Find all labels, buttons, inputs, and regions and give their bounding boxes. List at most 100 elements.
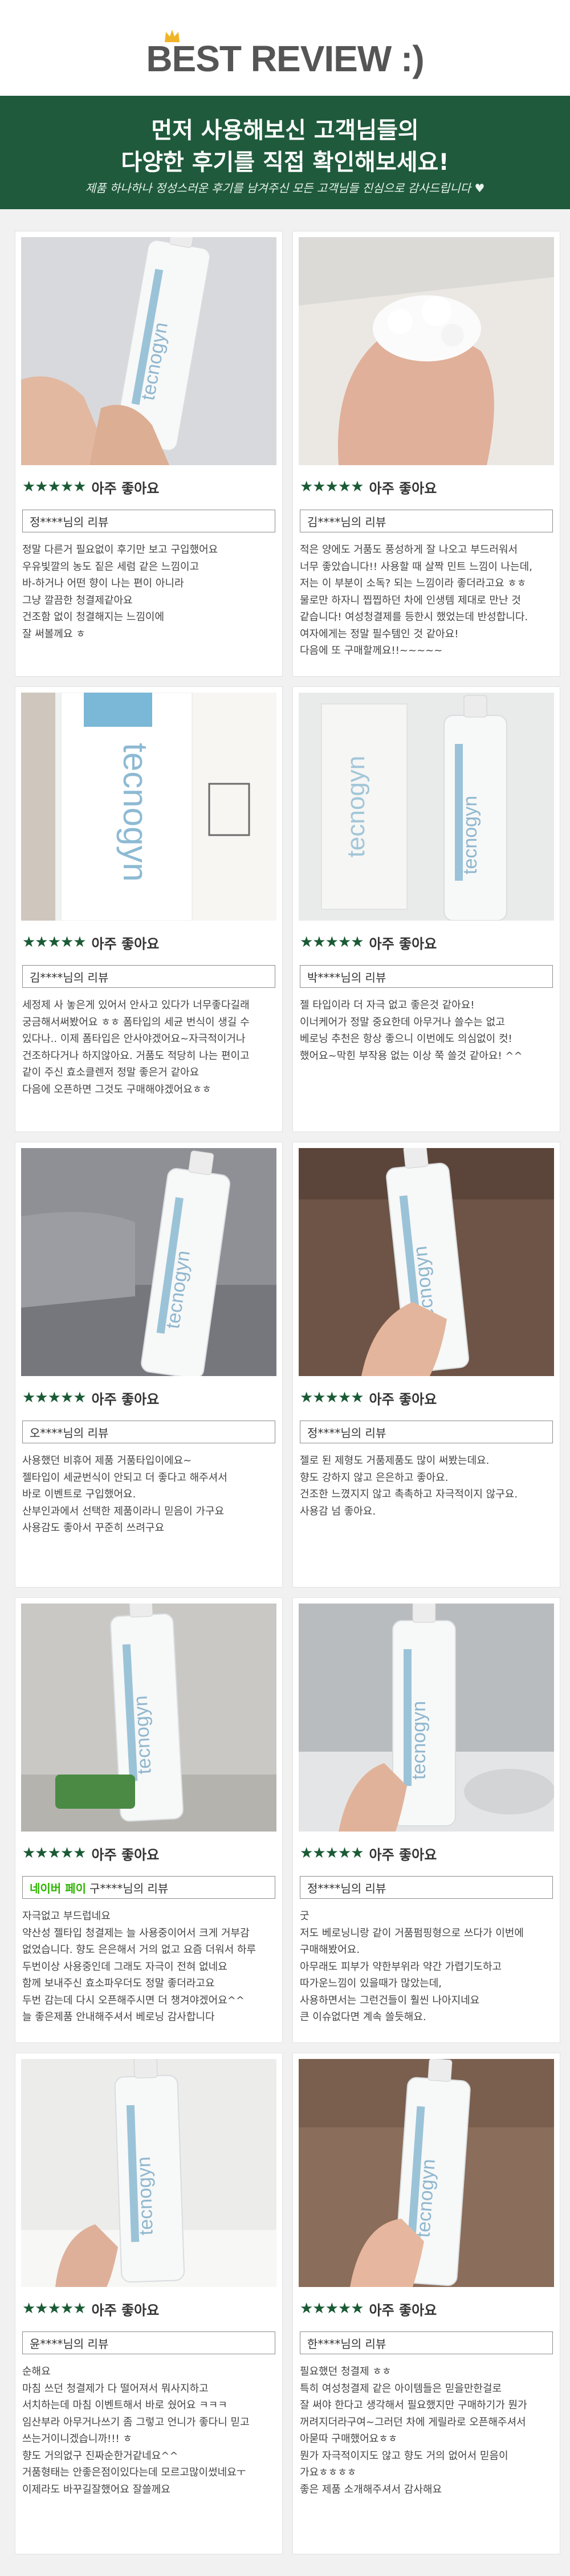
rating-label: 아주 좋아요	[369, 935, 437, 952]
reviewer-label: 한****님의 리뷰	[307, 2337, 386, 2351]
reviewer-name: 한****님의 리뷰	[300, 2331, 553, 2354]
review-text-line: 이너케어가 정말 중요한데 아무거나 쓸수는 없고	[300, 1016, 505, 1028]
review-text-line: 잘 써야 한다고 생각해서 필요했지만 구매하기가 뭔가	[300, 2399, 527, 2411]
review-photo[interactable]	[299, 2059, 554, 2287]
review-text-line: 정말 다른거 필요없이 후기만 보고 구입했어요	[22, 544, 218, 556]
review-text-line: 있다나.. 이제 폼타입은 안사야겠어요~자극적이거나	[22, 1033, 246, 1045]
review-card: ★★★★★ 아주 좋아요 정****님의 리뷰 젤로 된 제형도 거품제품도 많…	[292, 1142, 560, 1588]
review-text-line: 산부인과에서 선택한 제품이라니 믿음이 가구요	[22, 1505, 225, 1517]
reviewer-name: 박****님의 리뷰	[300, 965, 553, 988]
rating: ★★★★★ 아주 좋아요	[300, 932, 437, 953]
rating: ★★★★★ 아주 좋아요	[22, 1843, 159, 1863]
review-body: 젤 타입이라 더 자극 없고 좋은것 같아요! 이너케어가 정말 중요한데 아무…	[300, 997, 554, 1064]
reviewer-label: 정****님의 리뷰	[30, 515, 109, 529]
review-text-line: 뭔가 자극적이지도 않고 향도 거의 없어서 믿음이	[300, 2449, 508, 2462]
rating-label: 아주 좋아요	[369, 1846, 437, 1863]
review-body: 굿 저도 베로닝니랑 같이 거품펌핑형으로 쓰다가 이번에 구매해봤어요. 아무…	[300, 1908, 554, 2026]
review-text-line: 마침 쓰던 청결제가 다 떨어져서 뭐사지하고	[22, 2382, 209, 2395]
review-text-line: 따가운느낌이 있을때가 많았는데,	[300, 1977, 442, 1989]
reviewer-label: 정****님의 리뷰	[307, 1881, 386, 1895]
review-photo[interactable]	[299, 1148, 554, 1376]
rating-label: 아주 좋아요	[91, 480, 160, 497]
review-body: 적은 양에도 거품도 풍성하게 잘 나오고 부드러워서 너무 좋았습니다!! 사…	[300, 542, 554, 660]
review-text-line: 아묻따 구매했어요ㅎㅎ	[300, 2433, 398, 2445]
rating: ★★★★★ 아주 좋아요	[300, 2298, 437, 2319]
reviewer-label: 윤****님의 리뷰	[30, 2337, 109, 2351]
review-photo[interactable]	[299, 237, 554, 465]
review-text-line: 사용감 넘 좋아요.	[300, 1505, 376, 1517]
review-text-line: 약산성 젤타입 청결제는 늘 사용중이어서 크게 거부감	[22, 1927, 250, 1939]
review-photo[interactable]	[21, 2059, 276, 2287]
review-text-line: 자극없고 부드럽네요	[22, 1910, 111, 1922]
review-body: 필요했던 청결제 ㅎㅎ 특히 여성청결제 같은 아이템들은 믿을만한걸로 잘 써…	[300, 2363, 554, 2498]
reviewer-label: 박****님의 리뷰	[307, 970, 386, 984]
review-text-line: 다음에 또 구매할께요!!~~~~~	[300, 645, 443, 657]
review-photo[interactable]	[21, 1148, 276, 1376]
review-text-line: 이제라도 바꾸길잘했어요 잘쓸께요	[22, 2483, 170, 2496]
review-photo[interactable]	[299, 1604, 554, 1832]
reviewer-name: 김****님의 리뷰	[22, 965, 275, 988]
review-text-line: 사용했던 비휴어 제품 거품타입이에요~	[22, 1455, 192, 1467]
review-body: 정말 다른거 필요없이 후기만 보고 구입했어요 우유빛깔의 농도 짙은 세럼 …	[22, 542, 276, 642]
review-card: ★★★★★ 아주 좋아요 윤****님의 리뷰 순해요 마침 쓰던 청결제가 다…	[15, 2053, 283, 2554]
star-rating-icon: ★★★★★	[300, 478, 364, 495]
review-card: ★★★★★ 아주 좋아요 정****님의 리뷰 굿 저도 베로닝니랑 같이 거품…	[292, 1597, 560, 2043]
review-text-line: 순해요	[22, 2366, 51, 2378]
review-body: 자극없고 부드럽네요 약산성 젤타입 청결제는 늘 사용중이어서 크게 거부감 …	[22, 1908, 276, 2026]
review-text-line: 같습니다! 여성청결제를 등한시 했었는데 반성합니다.	[300, 611, 528, 623]
review-text-line: 젤타입이 세균번식이 안되고 더 좋다고 해주셔서	[22, 1471, 227, 1484]
review-photo[interactable]: tecnogyn	[299, 693, 554, 921]
svg-text:tecnogyn: tecnogyn	[342, 756, 370, 858]
review-photo[interactable]	[21, 1604, 276, 1832]
review-text-line: 굿	[300, 1910, 310, 1922]
review-card: ★★★★★ 아주 좋아요 오****님의 리뷰 사용했던 비휴어 제품 거품타입…	[15, 1142, 283, 1588]
reviewer-label: 김****님의 리뷰	[307, 515, 386, 529]
star-rating-icon: ★★★★★	[22, 1389, 87, 1406]
review-text-line: 꺼려지더라구여~그러던 차에 게릴라로 오픈해주셔서	[300, 2416, 526, 2428]
review-text-line: 두번 감는데 다시 오픈해주시면 더 챙겨야겠어요^^	[22, 1994, 245, 2007]
review-text-line: 필요했던 청결제 ㅎㅎ	[300, 2366, 392, 2378]
review-body: 젤로 된 제형도 거품제품도 많이 써봤는데요. 향도 강하지 않고 은은하고 …	[300, 1452, 554, 1520]
review-text-line: 너무 좋았습니다!! 사용할 때 살짝 민트 느낌이 나는데,	[300, 560, 532, 573]
review-text-line: 특히 여성청결제 같은 아이템들은 믿을만한걸로	[300, 2382, 502, 2395]
review-text-line: 사용감도 좋아서 꾸준히 쓰려구요	[22, 1522, 165, 1534]
review-text-line: 우유빛깔의 농도 짙은 세럼 같은 느낌이고	[22, 560, 199, 573]
review-body: 순해요 마침 쓰던 청결제가 다 떨어져서 뭐사지하고 서치하는데 마침 이벤트…	[22, 2363, 276, 2498]
review-body: 사용했던 비휴어 제품 거품타입이에요~ 젤타입이 세균번식이 안되고 더 좋다…	[22, 1452, 276, 1537]
rating: ★★★★★ 아주 좋아요	[22, 477, 159, 497]
review-text-line: 베로닝 추천은 항상 좋으니 이번에도 의심없이 컷!	[300, 1033, 512, 1045]
review-text-line: 쓰는거이니겠습니까!!! ㅎ	[22, 2433, 132, 2445]
reviewer-name: 김****님의 리뷰	[300, 510, 553, 532]
review-card: ★★★★★ 아주 좋아요 한****님의 리뷰 필요했던 청결제 ㅎㅎ 특히 여…	[292, 2053, 560, 2554]
review-text-line: 세정제 사 놓은게 있어서 안사고 있다가 너무좋다길래	[22, 999, 250, 1011]
rating: ★★★★★ 아주 좋아요	[300, 1843, 437, 1863]
star-rating-icon: ★★★★★	[300, 2300, 364, 2317]
review-text-line: 두번이상 사용중인데 그래도 자극이 전혀 없네요	[22, 1960, 227, 1973]
rating-label: 아주 좋아요	[369, 2302, 437, 2318]
rating-label: 아주 좋아요	[91, 1391, 160, 1407]
reviewer-name: 정****님의 리뷰	[300, 1876, 553, 1899]
review-photo[interactable]	[21, 237, 276, 465]
review-text-line: 그냥 깔끔한 청결제같아요	[22, 594, 133, 607]
review-text-line: 적은 양에도 거품도 풍성하게 잘 나오고 부드러워서	[300, 544, 518, 556]
reviewer-label: 구****님의 리뷰	[89, 1881, 169, 1895]
review-text-line: 구매해봤어요.	[300, 1944, 360, 1956]
svg-text:tecnogyn: tecnogyn	[116, 743, 154, 882]
review-text-line: 좋은 제품 소개해주셔서 감사해요	[300, 2483, 442, 2496]
reviewer-label: 오****님의 리뷰	[30, 1426, 109, 1440]
review-text-line: 늘 좋은제품 안내해주셔서 베로닝 감사합니다	[22, 2011, 215, 2023]
review-body: 세정제 사 놓은게 있어서 안사고 있다가 너무좋다길래 궁금해서써봤어요 ㅎㅎ…	[22, 997, 276, 1098]
banner-thanks-note: 제품 하나하나 정성스러운 후기를 남겨주신 모든 고객님들 진심으로 감사드립…	[85, 181, 485, 195]
review-text-line: 다음에 오픈하면 그것도 구매해야겠어요ㅎㅎ	[22, 1083, 211, 1096]
review-text-line: 궁금해서써봤어요 ㅎㅎ 폼타입의 세균 번식이 생길 수	[22, 1016, 250, 1028]
rating-label: 아주 좋아요	[369, 1391, 437, 1407]
review-text-line: 여자에게는 정말 필수템인 것 같아요!	[300, 628, 459, 640]
review-text-line: 건조함 없이 청결해지는 느낌이에	[22, 611, 165, 623]
review-text-line: 저는 이 부분이 소독? 되는 느낌이라 좋더라고요 ㅎㅎ	[300, 577, 527, 589]
reviewer-label: 김****님의 리뷰	[30, 970, 109, 984]
review-photo[interactable]: tecnogyn	[21, 693, 276, 921]
star-rating-icon: ★★★★★	[22, 1845, 87, 1862]
reviewer-name: 네이버 페이 구****님의 리뷰	[22, 1876, 275, 1899]
rating-label: 아주 좋아요	[91, 935, 160, 952]
page-title: BEST REVIEW :)	[146, 38, 424, 79]
